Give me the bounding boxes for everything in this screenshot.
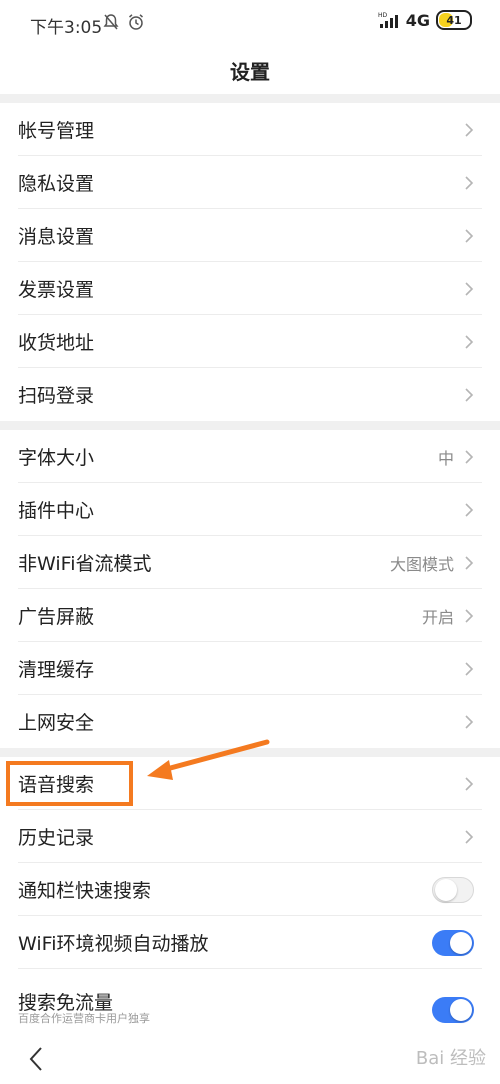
row-label: 广告屏蔽 (18, 606, 95, 628)
page-title: 设置 (230, 59, 270, 84)
chevron-right-icon (465, 555, 474, 570)
network-label: 4G (405, 10, 430, 30)
arrow-annotation-icon (147, 739, 270, 780)
chevron-right-icon (465, 449, 474, 464)
back-arrow-icon[interactable] (28, 1046, 44, 1072)
row-label: 清理缓存 (18, 659, 95, 681)
chevron-right-icon (465, 502, 474, 517)
chevron-right-icon (465, 334, 474, 349)
row-label: WiFi环境视频自动播放 (18, 933, 209, 955)
toggle-switch[interactable] (432, 876, 474, 903)
row-label: 消息设置 (18, 226, 95, 248)
row-label: 插件中心 (18, 500, 95, 522)
row-ad-block[interactable]: 广告屏蔽 开启 (0, 589, 500, 642)
row-label: 扫码登录 (18, 385, 95, 407)
row-sublabel: 百度合作运营商卡用户独享 (18, 1012, 150, 1025)
row-plugin-center[interactable]: 插件中心 (0, 483, 500, 536)
chevron-right-icon (465, 714, 474, 729)
row-label: 隐私设置 (18, 173, 95, 195)
section-gap (0, 94, 500, 103)
row-label: 非WiFi省流模式 (18, 553, 152, 575)
row-account-management[interactable]: 帐号管理 (0, 103, 500, 156)
svg-text:HD: HD (378, 12, 388, 19)
bottom-bar: Bai 经验 (0, 1034, 500, 1084)
title-bar: 设置 (0, 46, 500, 94)
row-invoice-settings[interactable]: 发票设置 (0, 262, 500, 315)
row-label: 历史记录 (18, 827, 95, 849)
toggle-switch[interactable] (432, 997, 474, 1023)
status-time: 下午3:05 (30, 18, 103, 38)
watermark-text: Bai 经验 (415, 1048, 486, 1069)
row-message-settings[interactable]: 消息设置 (0, 209, 500, 262)
row-value: 中 (437, 448, 454, 468)
row-label: 帐号管理 (18, 120, 95, 142)
watermark: Bai 经验 (416, 1044, 486, 1070)
chevron-right-icon (465, 776, 474, 791)
section-gap (0, 421, 500, 430)
chevron-right-icon (465, 661, 474, 676)
chevron-right-icon (465, 608, 474, 623)
battery-level: 41 (446, 13, 462, 27)
row-label: 发票设置 (18, 279, 95, 301)
row-clear-cache[interactable]: 清理缓存 (0, 642, 500, 695)
row-notification-quick-search: 通知栏快速搜索 (0, 863, 500, 916)
toggle-switch[interactable] (432, 929, 474, 956)
row-history[interactable]: 历史记录 (0, 810, 500, 863)
row-label: 收货地址 (18, 332, 95, 354)
chevron-right-icon (465, 387, 474, 402)
row-data-free-search: 搜索免流量 百度合作运营商卡用户独享 (0, 972, 500, 1032)
highlight-box (6, 761, 133, 806)
row-data-saving-mode[interactable]: 非WiFi省流模式 大图模式 (0, 536, 500, 589)
row-label: 字体大小 (18, 447, 95, 469)
battery-icon: 41 (436, 10, 472, 30)
status-bar: 下午3:05 HD 4G 41 (0, 0, 500, 46)
signal-icon: HD (378, 12, 398, 28)
row-label: 上网安全 (18, 712, 95, 734)
row-scan-login[interactable]: 扫码登录 (0, 368, 500, 421)
row-wifi-video-autoplay: WiFi环境视频自动播放 (0, 916, 500, 969)
chevron-right-icon (465, 122, 474, 137)
chevron-right-icon (465, 228, 474, 243)
row-value: 大图模式 (389, 554, 454, 574)
row-value: 开启 (421, 607, 454, 627)
row-shipping-address[interactable]: 收货地址 (0, 315, 500, 368)
row-privacy-settings[interactable]: 隐私设置 (0, 156, 500, 209)
row-label: 通知栏快速搜索 (18, 880, 152, 902)
chevron-right-icon (465, 281, 474, 296)
alarm-icon (129, 14, 143, 30)
chevron-right-icon (465, 829, 474, 844)
bell-muted-icon (103, 14, 119, 30)
chevron-right-icon (465, 175, 474, 190)
row-font-size[interactable]: 字体大小 中 (0, 430, 500, 483)
